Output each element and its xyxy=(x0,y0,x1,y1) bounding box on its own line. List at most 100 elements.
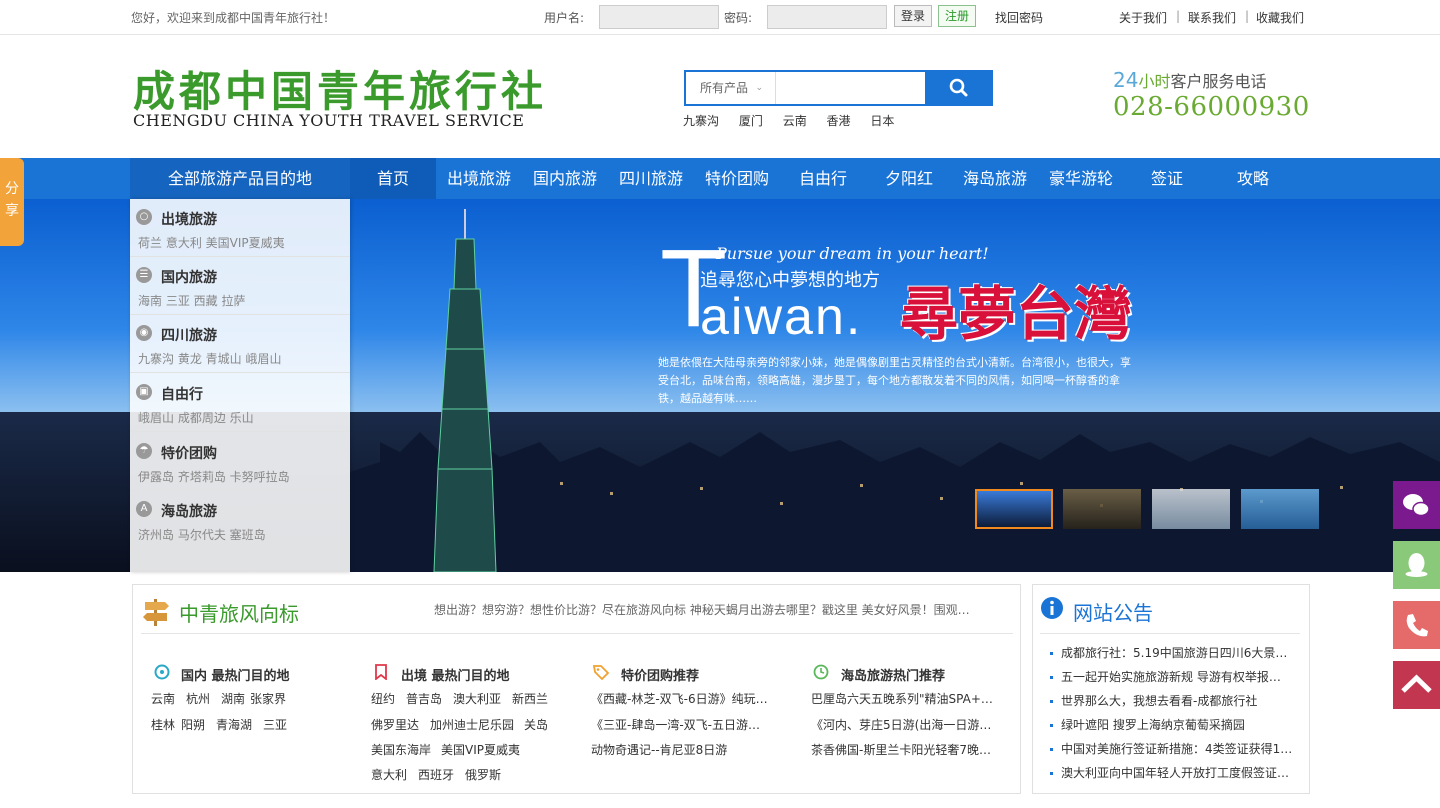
destination-link[interactable]: 杭州 xyxy=(186,690,210,707)
notice-text: 澳大利亚向中国年轻人开放打工度假签证… xyxy=(1061,766,1290,780)
col-title-domestic: 国内 最热门目的地 xyxy=(181,669,290,684)
side-menu-group[interactable]: ☂ 特价团购 伊露岛 齐塔莉岛 卡努呼拉岛 xyxy=(130,433,350,491)
register-button[interactable]: 注册 xyxy=(938,5,977,27)
destination-link[interactable]: 桂林 xyxy=(151,716,175,733)
nav-sichuan[interactable]: 四川旅游 xyxy=(608,158,694,199)
bookmark-us-link[interactable]: 收藏我们 xyxy=(1256,9,1304,26)
notice-item[interactable]: 绿叶遮阳 搜罗上海纳京葡萄采摘园 xyxy=(1050,716,1245,733)
side-menu-subs: 九寨沟 黄龙 青城山 峨眉山 xyxy=(138,352,282,366)
banner-thumbnail[interactable] xyxy=(1241,489,1319,529)
divider xyxy=(1040,633,1300,634)
search-category-select[interactable]: 所有产品 ⌄ xyxy=(686,72,776,104)
destination-link[interactable]: 澳大利亚 xyxy=(453,690,501,707)
taipei-101-tower xyxy=(433,209,497,572)
destination-link[interactable]: 加州迪士尼乐园 xyxy=(430,716,514,733)
destination-link[interactable]: 关岛 xyxy=(524,716,548,733)
notice-text: 世界那么大，我想去看看-成都旅行社 xyxy=(1061,694,1258,708)
banner-thumbnail[interactable] xyxy=(1152,489,1230,529)
col-title-outbound: 出境 最热门目的地 xyxy=(401,669,510,684)
search-input[interactable] xyxy=(778,72,923,104)
hotword-link[interactable]: 日本 xyxy=(870,114,894,128)
nav-guides[interactable]: 攻略 xyxy=(1210,158,1296,199)
side-menu-group[interactable]: ▣ 自由行 峨眉山 成都周边 乐山 xyxy=(130,374,350,432)
chevron-down-icon: ⌄ xyxy=(755,83,763,93)
destination-link[interactable]: 新西兰 xyxy=(512,690,548,707)
side-menu-group[interactable]: ○ 出境旅游 荷兰 意大利 美国VIP夏威夷 xyxy=(130,199,350,257)
side-menu-group[interactable]: ◉ 四川旅游 九寨沟 黄龙 青城山 峨眉山 xyxy=(130,315,350,373)
compass-icon xyxy=(154,664,170,680)
share-tab[interactable]: 分享 xyxy=(0,158,24,246)
login-button[interactable]: 登录 xyxy=(894,5,933,27)
destination-link[interactable]: 纽约 xyxy=(371,690,395,707)
destination-link[interactable]: 三亚 xyxy=(263,716,287,733)
destination-link[interactable]: 青海湖 xyxy=(216,716,252,733)
nav-cruises[interactable]: 豪华游轮 xyxy=(1038,158,1124,199)
destination-link[interactable]: 普吉岛 xyxy=(406,690,442,707)
deal-link[interactable]: 《西藏-林芝-双飞-6日游》纯玩… xyxy=(591,690,768,707)
wechat-float-button[interactable] xyxy=(1393,481,1440,529)
password-label: 密码: xyxy=(724,11,753,25)
nav-islands[interactable]: 海岛旅游 xyxy=(952,158,1038,199)
hotline-label: 24小时客户服务电话 xyxy=(1113,68,1266,92)
vane-marquee[interactable]: 想出游？想穷游？想性价比游？尽在旅游风向标 神秘天蝎月出游去哪里？戳这里 美女好… xyxy=(434,601,970,618)
nav-domestic[interactable]: 国内旅游 xyxy=(522,158,608,199)
nav-home[interactable]: 首页 xyxy=(350,158,436,199)
nav-outbound[interactable]: 出境旅游 xyxy=(436,158,522,199)
logo-chinese[interactable]: 成都中国青年旅行社 xyxy=(133,58,547,119)
destination-link[interactable]: 佛罗里达 xyxy=(371,716,419,733)
hotword-link[interactable]: 厦门 xyxy=(739,114,763,128)
separator: | xyxy=(1245,9,1250,23)
side-menu-subs: 荷兰 意大利 美国VIP夏威夷 xyxy=(138,236,285,250)
hot-search-words: 九寨沟 厦门 云南 香港 日本 xyxy=(683,112,910,129)
nav-seniors[interactable]: 夕阳红 xyxy=(866,158,952,199)
hotword-link[interactable]: 香港 xyxy=(827,114,851,128)
username-input[interactable] xyxy=(599,5,719,29)
search-button[interactable] xyxy=(925,70,993,106)
destination-link[interactable]: 张家界 xyxy=(250,690,286,707)
side-menu-title: 特价团购 xyxy=(161,446,217,462)
nav-visa[interactable]: 签证 xyxy=(1124,158,1210,199)
phone-icon xyxy=(1406,614,1428,637)
notice-item[interactable]: 世界那么大，我想去看看-成都旅行社 xyxy=(1050,692,1257,709)
destination-link[interactable]: 湖南 xyxy=(221,690,245,707)
destination-link[interactable]: 西班牙 xyxy=(418,766,454,783)
notice-item[interactable]: 成都旅行社：5.19中国旅游日四川6大景… xyxy=(1050,644,1287,661)
qq-float-button[interactable] xyxy=(1393,541,1440,589)
side-menu-group[interactable]: ☰ 国内旅游 海南 三亚 西藏 拉萨 xyxy=(130,257,350,315)
destination-link[interactable]: 意大利 xyxy=(371,766,407,783)
divider xyxy=(141,633,1013,634)
destination-link[interactable]: 阳朔 xyxy=(181,716,205,733)
island-link[interactable]: 巴厘岛六天五晚系列"精油SPA+… xyxy=(811,690,993,707)
search-icon xyxy=(949,78,968,97)
contact-us-link[interactable]: 联系我们 xyxy=(1188,9,1236,26)
hotword-link[interactable]: 云南 xyxy=(783,114,807,128)
forgot-password-link[interactable]: 找回密码 xyxy=(995,9,1043,26)
nav-independent[interactable]: 自由行 xyxy=(780,158,866,199)
banner-thumbnail[interactable] xyxy=(1063,489,1141,529)
back-to-top-button[interactable] xyxy=(1393,661,1440,709)
notice-item[interactable]: 五一起开始实施旅游新规 导游有权举报… xyxy=(1050,668,1281,685)
phone-float-button[interactable] xyxy=(1393,601,1440,649)
hotword-link[interactable]: 九寨沟 xyxy=(683,114,719,128)
side-menu-group[interactable]: A 海岛旅游 济州岛 马尔代夫 塞班岛 xyxy=(130,491,350,549)
deal-link[interactable]: 《三亚-肆岛一湾-双飞-五日游… xyxy=(591,716,760,733)
destination-link[interactable]: 美国VIP夏威夷 xyxy=(441,741,520,758)
side-menu-title: 国内旅游 xyxy=(161,270,217,286)
island-link[interactable]: 茶香佛国-斯里兰卡阳光轻奢7晚… xyxy=(811,741,991,758)
password-input[interactable] xyxy=(767,5,887,29)
bookmark-icon xyxy=(375,664,387,680)
destination-link[interactable]: 云南 xyxy=(151,690,175,707)
umbrella-icon: ☂ xyxy=(136,443,152,459)
destination-link[interactable]: 俄罗斯 xyxy=(465,766,501,783)
side-menu-subs: 峨眉山 成都周边 乐山 xyxy=(138,411,254,425)
island-link[interactable]: 《河内、芽庄5日游(出海一日游… xyxy=(811,716,991,733)
hotline-number: 028-66000930 xyxy=(1113,92,1310,122)
notice-item[interactable]: 中国对美施行签证新措施：4类签证获得1… xyxy=(1050,740,1292,757)
deal-link[interactable]: 动物奇遇记--肯尼亚8日游 xyxy=(591,741,727,758)
banner-thumbnail[interactable] xyxy=(975,489,1053,529)
destination-link[interactable]: 美国东海岸 xyxy=(371,741,431,758)
notice-item[interactable]: 澳大利亚向中国年轻人开放打工度假签证… xyxy=(1050,764,1289,781)
about-us-link[interactable]: 关于我们 xyxy=(1119,9,1167,26)
all-destinations-tab[interactable]: 全部旅游产品目的地 xyxy=(130,158,350,199)
nav-group-deals[interactable]: 特价团购 xyxy=(694,158,780,199)
